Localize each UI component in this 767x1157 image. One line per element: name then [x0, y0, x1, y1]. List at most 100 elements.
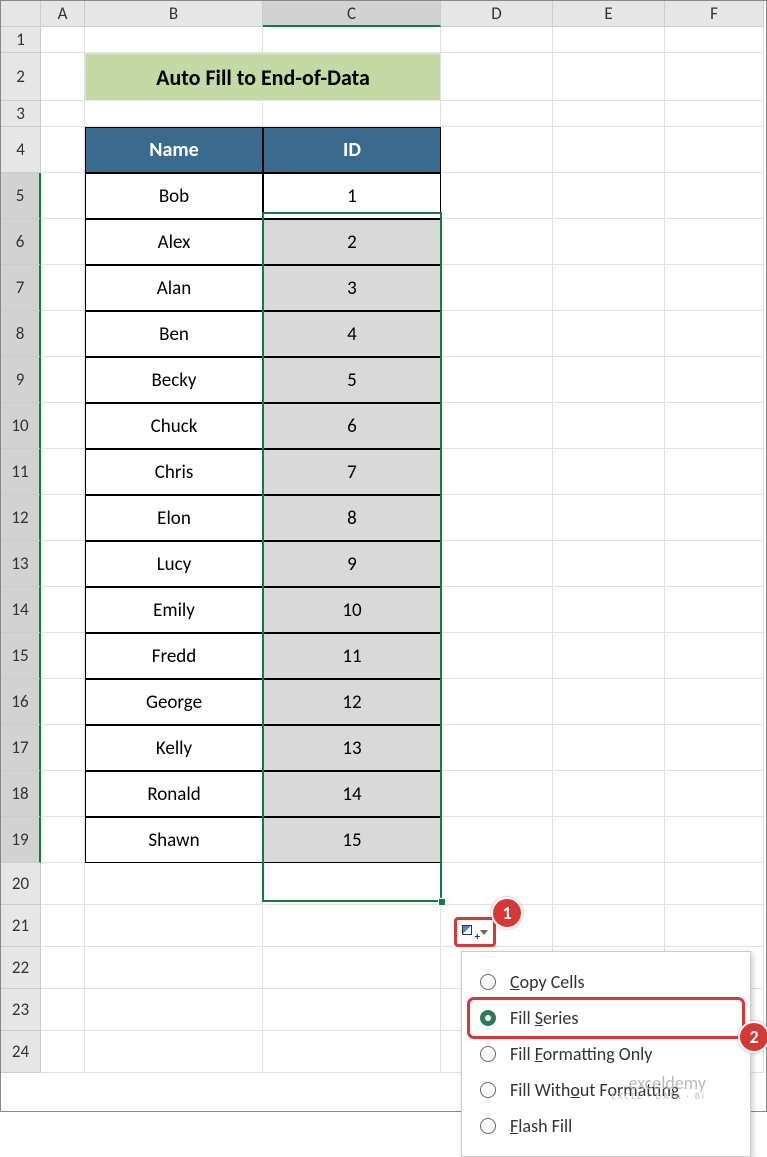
id-cell[interactable]: 14 — [263, 771, 441, 817]
col-header-D[interactable]: D — [441, 1, 553, 27]
cell[interactable] — [441, 53, 553, 101]
id-cell[interactable]: 5 — [263, 357, 441, 403]
row-header-9[interactable]: 9 — [1, 357, 41, 403]
name-cell[interactable]: Ben — [85, 311, 263, 357]
cell[interactable] — [85, 905, 263, 947]
id-cell[interactable]: 3 — [263, 265, 441, 311]
id-cell[interactable]: 9 — [263, 541, 441, 587]
row-header-2[interactable]: 2 — [1, 53, 41, 101]
cell[interactable] — [665, 905, 764, 947]
cell[interactable] — [553, 905, 665, 947]
cell[interactable] — [553, 265, 665, 311]
col-header-A[interactable]: A — [41, 1, 85, 27]
id-cell[interactable]: 6 — [263, 403, 441, 449]
name-cell[interactable]: Shawn — [85, 817, 263, 863]
cell[interactable] — [263, 989, 441, 1031]
name-cell[interactable]: Chris — [85, 449, 263, 495]
cell[interactable] — [665, 265, 764, 311]
row-header-15[interactable]: 15 — [1, 633, 41, 679]
name-cell[interactable]: Becky — [85, 357, 263, 403]
row-header-20[interactable]: 20 — [1, 863, 41, 905]
row-header-12[interactable]: 12 — [1, 495, 41, 541]
cell[interactable] — [85, 989, 263, 1031]
row-header-11[interactable]: 11 — [1, 449, 41, 495]
name-cell[interactable]: Kelly — [85, 725, 263, 771]
menu-item-series[interactable]: Fill Series — [470, 1000, 742, 1036]
row-header-16[interactable]: 16 — [1, 679, 41, 725]
cell[interactable] — [41, 403, 85, 449]
cell[interactable] — [41, 449, 85, 495]
cell[interactable] — [553, 219, 665, 265]
cell[interactable] — [41, 53, 85, 101]
cell[interactable] — [263, 27, 441, 53]
cell[interactable] — [41, 817, 85, 863]
cell[interactable] — [665, 495, 764, 541]
cell[interactable] — [553, 53, 665, 101]
row-header-21[interactable]: 21 — [1, 905, 41, 947]
name-cell[interactable]: Alex — [85, 219, 263, 265]
cell[interactable] — [665, 449, 764, 495]
row-header-22[interactable]: 22 — [1, 947, 41, 989]
name-cell[interactable]: Alan — [85, 265, 263, 311]
cell[interactable] — [665, 27, 764, 53]
cell[interactable] — [665, 311, 764, 357]
cell[interactable] — [665, 127, 764, 173]
row-header-4[interactable]: 4 — [1, 127, 41, 173]
cell[interactable] — [41, 863, 85, 905]
cell[interactable] — [665, 633, 764, 679]
autofill-options-button[interactable] — [454, 917, 496, 947]
name-cell[interactable]: Ronald — [85, 771, 263, 817]
cell[interactable] — [553, 633, 665, 679]
cell[interactable] — [41, 27, 85, 53]
cell[interactable] — [665, 403, 764, 449]
cell[interactable] — [41, 219, 85, 265]
cell[interactable] — [553, 541, 665, 587]
cell[interactable] — [553, 817, 665, 863]
row-header-18[interactable]: 18 — [1, 771, 41, 817]
cell[interactable] — [665, 53, 764, 101]
cell[interactable] — [665, 587, 764, 633]
cell[interactable] — [441, 725, 553, 771]
cell[interactable] — [85, 1031, 263, 1073]
cell[interactable] — [441, 679, 553, 725]
cell[interactable] — [441, 541, 553, 587]
menu-item-flash[interactable]: Flash Fill — [470, 1108, 742, 1144]
cell[interactable] — [41, 1031, 85, 1073]
cell[interactable] — [41, 771, 85, 817]
row-header-6[interactable]: 6 — [1, 219, 41, 265]
cell[interactable] — [553, 311, 665, 357]
cell[interactable] — [263, 947, 441, 989]
col-header-C[interactable]: C — [263, 1, 441, 27]
id-cell[interactable]: 7 — [263, 449, 441, 495]
row-header-13[interactable]: 13 — [1, 541, 41, 587]
cell[interactable] — [441, 357, 553, 403]
cell[interactable] — [553, 127, 665, 173]
row-header-10[interactable]: 10 — [1, 403, 41, 449]
select-all-corner[interactable] — [1, 1, 41, 27]
cell[interactable] — [553, 357, 665, 403]
cell[interactable] — [441, 265, 553, 311]
row-header-19[interactable]: 19 — [1, 817, 41, 863]
cell[interactable] — [553, 587, 665, 633]
id-cell[interactable]: 15 — [263, 817, 441, 863]
cell[interactable] — [441, 449, 553, 495]
cell[interactable] — [41, 495, 85, 541]
cell[interactable] — [263, 905, 441, 947]
id-cell[interactable]: 1 — [263, 173, 441, 219]
cell[interactable] — [553, 173, 665, 219]
table-header-id[interactable]: ID — [263, 127, 441, 173]
id-cell[interactable]: 13 — [263, 725, 441, 771]
cell[interactable] — [85, 101, 263, 127]
cell[interactable] — [441, 27, 553, 53]
id-cell[interactable]: 10 — [263, 587, 441, 633]
cell[interactable] — [441, 101, 553, 127]
cell[interactable] — [553, 771, 665, 817]
table-header-name[interactable]: Name — [85, 127, 263, 173]
row-header-24[interactable]: 24 — [1, 1031, 41, 1073]
cell[interactable] — [553, 27, 665, 53]
cell[interactable] — [441, 863, 553, 905]
name-cell[interactable]: Emily — [85, 587, 263, 633]
row-header-3[interactable]: 3 — [1, 101, 41, 127]
cell[interactable] — [263, 1031, 441, 1073]
menu-item-copy[interactable]: Copy Cells — [470, 964, 742, 1000]
